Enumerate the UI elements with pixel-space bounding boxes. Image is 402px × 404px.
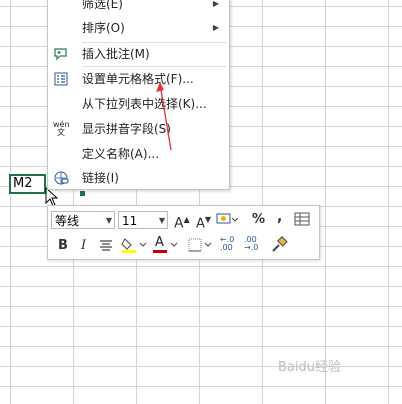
comment-icon (53, 46, 69, 62)
menu-item-label: 链接(I) (82, 171, 119, 185)
cell-reference: M2 (13, 176, 33, 191)
format-painter-icon (272, 236, 288, 252)
fill-handle[interactable] (79, 190, 86, 197)
mouse-cursor-icon (45, 187, 59, 207)
comma-style-button[interactable]: , (277, 209, 282, 225)
menu-item-filter[interactable]: 筛选(E) ▶ (48, 0, 229, 15)
italic-button[interactable]: I (81, 238, 86, 254)
phonetic-icon: wén 文 (53, 120, 70, 137)
watermark-logo: Baidu经验 (278, 360, 341, 375)
accounting-format-icon (216, 213, 239, 224)
menu-item-label: 插入批注(M) (82, 47, 150, 61)
borders-button[interactable] (187, 236, 213, 258)
table-format-icon (294, 212, 310, 226)
link-icon (53, 170, 69, 186)
mini-toolbar: 等线 ▼ 11 ▼ A▲ A▼ % , B I A ←.0 .00 .00 →.… (47, 205, 320, 260)
menu-item-label: 筛选(E) (82, 0, 123, 11)
paint-bucket-icon (121, 238, 147, 253)
increase-decimal-button[interactable]: ←.0 .00 (220, 236, 234, 252)
menu-item-define-name[interactable]: 定义名称(A)... (48, 143, 229, 165)
menu-item-insert-comment[interactable]: 插入批注(M) (48, 43, 229, 65)
accounting-format-button[interactable] (216, 211, 239, 231)
font-size-value: 11 (122, 214, 138, 228)
menu-item-format-cells[interactable]: 设置单元格格式(F)... (48, 68, 229, 90)
font-color-letter: A (155, 235, 164, 250)
submenu-arrow-icon: ▶ (212, 23, 219, 32)
decrease-font-label: A (196, 216, 205, 232)
borders-icon (188, 238, 212, 252)
menu-item-link[interactable]: 链接(I) (48, 167, 229, 189)
menu-item-sort[interactable]: 排序(O) ▶ (48, 17, 229, 39)
red-arrow-annotation (156, 82, 172, 151)
format-table-button[interactable] (294, 211, 310, 231)
context-menu: 筛选(E) ▶ 排序(O) ▶ 插入批注(M) 设置单元格格式(F)... 从下… (47, 0, 230, 190)
increase-font-label: A (174, 215, 184, 232)
center-align-icon (100, 240, 112, 251)
format-cells-icon (53, 71, 69, 87)
menu-item-label: 定义名称(A)... (82, 147, 160, 161)
decrease-font-size-button[interactable]: A▼ (196, 212, 211, 232)
font-name-value: 等线 (55, 214, 80, 228)
center-align-button[interactable] (98, 237, 114, 257)
bold-button[interactable]: B (58, 238, 68, 254)
menu-item-pick-from-list[interactable]: 从下拉列表中选择(K)... (48, 93, 229, 115)
fill-color-button[interactable] (121, 236, 147, 258)
chevron-down-icon: ▼ (158, 216, 165, 225)
menu-item-show-phonetic[interactable]: wén 文 显示拼音字段(S) (48, 118, 229, 140)
font-name-combo[interactable]: 等线 ▼ (51, 211, 115, 229)
submenu-arrow-icon: ▶ (212, 0, 219, 8)
percent-style-button[interactable]: % (252, 212, 265, 228)
increase-font-size-button[interactable]: A▲ (174, 212, 190, 232)
decrease-decimal-button[interactable]: .00 →.0 (244, 236, 258, 252)
chevron-down-icon: ▼ (105, 216, 112, 225)
menu-item-label: 排序(O) (82, 21, 125, 35)
font-color-button[interactable]: A (152, 235, 178, 258)
menu-item-label: 从下拉列表中选择(K)... (82, 97, 207, 111)
font-size-combo[interactable]: 11 ▼ (118, 211, 168, 229)
format-painter-button[interactable] (270, 236, 288, 258)
menu-separator (82, 66, 226, 67)
active-cell[interactable]: M2 (9, 174, 46, 194)
